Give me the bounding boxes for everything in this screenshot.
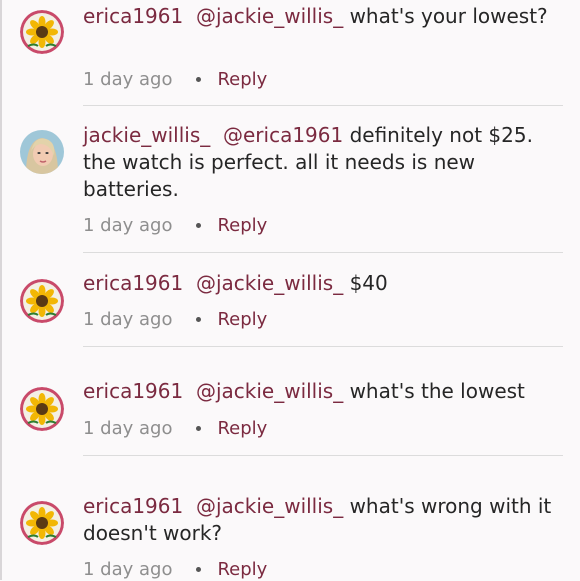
comment-meta: 1 day ago Reply — [83, 309, 267, 331]
comment-mention[interactable]: @jackie_willis_ — [196, 271, 343, 295]
reply-button[interactable]: Reply — [217, 215, 267, 236]
comment-mention[interactable]: @erica1961 — [223, 123, 343, 147]
divider — [83, 252, 563, 253]
sunflower-icon — [20, 387, 64, 431]
comment-text: erica1961 @jackie_willis_ what's your lo… — [83, 3, 553, 30]
comment-username[interactable]: erica1961 — [83, 4, 183, 28]
left-edge-border — [0, 0, 2, 580]
comment-meta: 1 day ago Reply — [83, 559, 267, 581]
separator-dot — [196, 76, 202, 82]
comment-body: what's your lowest? — [349, 4, 548, 28]
comment-time: 1 day ago — [83, 309, 173, 330]
reply-button[interactable]: Reply — [217, 309, 267, 330]
separator-dot — [196, 222, 202, 228]
comment-text: erica1961 @jackie_willis_ what's wrong w… — [83, 493, 553, 547]
divider — [83, 105, 563, 106]
sunflower-icon — [20, 10, 64, 54]
comment-username[interactable]: erica1961 — [83, 379, 183, 403]
comment-time: 1 day ago — [83, 418, 173, 439]
comment-body: what's the lowest — [349, 379, 525, 403]
comment-text: jackie_willis_ @erica1961 definitely not… — [83, 122, 553, 203]
separator-dot — [196, 425, 202, 431]
user-photo-icon — [20, 130, 64, 174]
comment-time: 1 day ago — [83, 69, 173, 90]
reply-button[interactable]: Reply — [217, 69, 267, 90]
comment-time: 1 day ago — [83, 215, 173, 236]
reply-button[interactable]: Reply — [217, 418, 267, 439]
comment-meta: 1 day ago Reply — [83, 418, 267, 440]
sunflower-icon — [20, 501, 64, 545]
comment-text: erica1961 @jackie_willis_ $40 — [83, 270, 553, 297]
separator-dot — [196, 566, 202, 572]
avatar[interactable] — [20, 10, 64, 54]
comment-username[interactable]: erica1961 — [83, 271, 183, 295]
divider — [83, 455, 563, 456]
comment-mention[interactable]: @jackie_willis_ — [196, 494, 343, 518]
comment-mention[interactable]: @jackie_willis_ — [196, 4, 343, 28]
comment-username[interactable]: erica1961 — [83, 494, 183, 518]
avatar[interactable] — [20, 387, 64, 431]
separator-dot — [196, 316, 202, 322]
avatar[interactable] — [20, 130, 64, 174]
reply-button[interactable]: Reply — [217, 559, 267, 580]
comment-text: erica1961 @jackie_willis_ what's the low… — [83, 378, 553, 405]
sunflower-icon — [20, 279, 64, 323]
avatar[interactable] — [20, 501, 64, 545]
comment-mention[interactable]: @jackie_willis_ — [196, 379, 343, 403]
avatar[interactable] — [20, 279, 64, 323]
comment-meta: 1 day ago Reply — [83, 69, 267, 91]
comment-time: 1 day ago — [83, 559, 173, 580]
comment-meta: 1 day ago Reply — [83, 215, 267, 237]
comment-body: $40 — [349, 271, 388, 295]
divider — [83, 346, 563, 347]
comment-username[interactable]: jackie_willis_ — [83, 123, 210, 147]
